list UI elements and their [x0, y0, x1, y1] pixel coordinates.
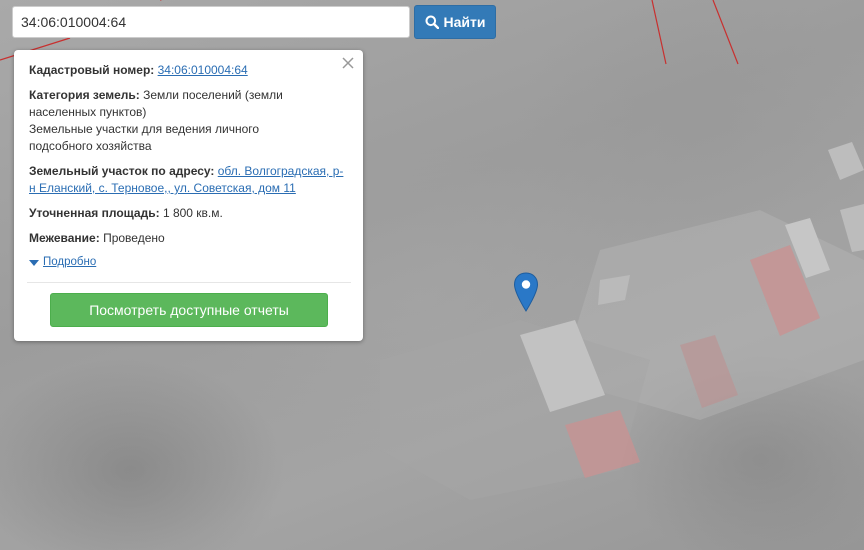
parcel-info-popup: Кадастровый номер: 34:06:010004:64 Катег…: [14, 50, 363, 341]
land-use-type: Земельные участки для ведения личного по…: [29, 122, 260, 153]
cadastral-number-row: Кадастровый номер: 34:06:010004:64: [29, 62, 349, 79]
survey-label: Межевание:: [29, 231, 100, 245]
address-row: Земельный участок по адресу: обл. Волгог…: [29, 163, 347, 197]
land-category-label: Категория земель:: [29, 88, 140, 102]
close-icon[interactable]: [341, 56, 355, 70]
search-button[interactable]: Найти: [414, 5, 496, 39]
search-icon: [425, 15, 439, 29]
search-button-label: Найти: [443, 14, 486, 30]
area-label: Уточненная площадь:: [29, 206, 160, 220]
cadastral-number-link[interactable]: 34:06:010004:64: [158, 63, 248, 77]
area-value: 1 800 кв.м.: [162, 206, 223, 220]
details-toggle[interactable]: Подробно: [29, 254, 349, 271]
cadastral-number-label: Кадастровый номер:: [29, 63, 155, 77]
survey-row: Межевание: Проведено: [29, 230, 349, 247]
divider: [27, 282, 351, 283]
details-link[interactable]: Подробно: [43, 254, 96, 271]
view-reports-button[interactable]: Посмотреть доступные отчеты: [50, 293, 328, 327]
caret-down-icon: [29, 259, 39, 267]
search-input[interactable]: [12, 6, 410, 38]
area-row: Уточненная площадь: 1 800 кв.м.: [29, 205, 349, 222]
land-category-row: Категория земель: Земли поселений (земли…: [29, 87, 319, 155]
address-label: Земельный участок по адресу:: [29, 164, 215, 178]
map-pin-icon[interactable]: [513, 272, 539, 312]
survey-value: Проведено: [103, 231, 165, 245]
